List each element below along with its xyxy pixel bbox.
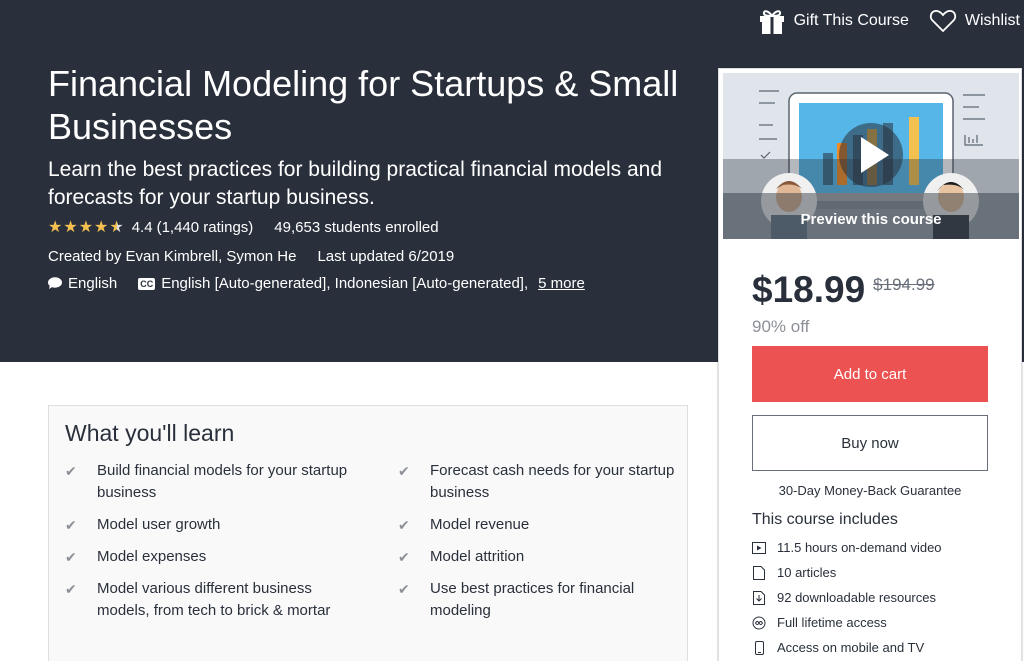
includes-item: Access on mobile and TV bbox=[752, 635, 942, 660]
includes-item: 10 articles bbox=[752, 560, 942, 585]
course-subtitle: Learn the best practices for building pr… bbox=[48, 158, 663, 209]
learn-item: ✔ Model various different business models… bbox=[65, 578, 355, 622]
what-you-will-learn: What you'll learn ✔ Build financial model… bbox=[48, 405, 688, 661]
learn-item: ✔ Build financial models for your startup… bbox=[65, 460, 355, 504]
check-icon: ✔ bbox=[398, 581, 410, 597]
rating-row: ★ ★ ★ ★ ★ 4.4 (1,440 ratings) 49,653 stu… bbox=[48, 219, 439, 236]
preview-label: Preview this course bbox=[800, 211, 942, 228]
more-captions-link[interactable]: 5 more bbox=[538, 275, 585, 292]
captions-label: English [Auto-generated], Indonesian [Au… bbox=[161, 275, 529, 292]
check-icon: ✔ bbox=[398, 463, 410, 479]
learn-list-right: ✔ Forecast cash needs for your startup bu… bbox=[398, 460, 688, 632]
star-icon: ★ bbox=[63, 218, 78, 236]
learn-item: ✔ Model expenses bbox=[65, 546, 355, 568]
heart-icon bbox=[929, 9, 956, 33]
language-row: English CC English [Auto-generated], Ind… bbox=[48, 275, 585, 292]
money-back-guarantee: 30-Day Money-Back Guarantee bbox=[778, 483, 962, 498]
speech-bubble-icon bbox=[48, 277, 62, 289]
half-star-icon: ★ bbox=[109, 218, 124, 236]
language-label: English bbox=[68, 275, 118, 292]
rating-value: 4.4 bbox=[131, 219, 153, 236]
check-icon: ✔ bbox=[398, 549, 410, 565]
includes-item: 11.5 hours on-demand video bbox=[752, 535, 942, 560]
language: English bbox=[48, 275, 117, 292]
learn-list-left: ✔ Build financial models for your startup… bbox=[65, 460, 355, 632]
star-icon: ★ bbox=[94, 218, 109, 236]
discount-label: 90% off bbox=[752, 317, 810, 336]
includes-title: This course includes bbox=[752, 511, 898, 528]
learn-title: What you'll learn bbox=[65, 420, 235, 446]
check-icon: ✔ bbox=[65, 463, 77, 479]
star-icon: ★ bbox=[48, 218, 63, 236]
learn-item: ✔ Model revenue bbox=[398, 514, 688, 536]
video-icon bbox=[752, 541, 766, 555]
mobile-icon bbox=[752, 640, 766, 655]
last-updated: Last updated 6/2019 bbox=[317, 248, 455, 265]
learn-item: ✔ Forecast cash needs for your startup bu… bbox=[398, 460, 688, 504]
course-title: Financial Modeling for Startups & Small … bbox=[48, 63, 679, 147]
includes-item: 92 downloadable resources bbox=[752, 585, 942, 610]
includes-list: 11.5 hours on-demand video 10 articles 9… bbox=[752, 535, 942, 660]
ratings-count[interactable]: (1,440 ratings) bbox=[157, 219, 254, 236]
gift-label: Gift This Course bbox=[793, 12, 909, 29]
enrolled-count: 49,653 students enrolled bbox=[274, 219, 439, 236]
learn-item: ✔ Use best practices for financial modeli… bbox=[398, 578, 688, 622]
created-by[interactable]: Created by Evan Kimbrell, Symon He bbox=[48, 248, 296, 265]
check-icon: ✔ bbox=[65, 549, 77, 565]
original-price: $194.99 bbox=[873, 275, 935, 294]
captions: CC English [Auto-generated], Indonesian … bbox=[138, 275, 585, 292]
closed-captions-icon: CC bbox=[138, 277, 156, 290]
star-rating: ★ ★ ★ ★ ★ bbox=[48, 218, 124, 236]
check-icon: ✔ bbox=[65, 517, 77, 533]
add-to-cart-button[interactable]: Add to cart bbox=[752, 346, 988, 402]
check-icon: ✔ bbox=[65, 581, 77, 597]
learn-item: ✔ Model attrition bbox=[398, 546, 688, 568]
buy-now-button[interactable]: Buy now bbox=[752, 415, 988, 471]
author-row: Created by Evan Kimbrell, Symon He Last … bbox=[48, 248, 454, 265]
wishlist-button[interactable]: Wishlist bbox=[929, 9, 1020, 33]
article-icon bbox=[752, 565, 766, 580]
gift-icon bbox=[759, 10, 784, 34]
top-actions: Gift This Course Wishlist bbox=[758, 8, 1020, 34]
learn-item: ✔ Model user growth bbox=[65, 514, 355, 536]
check-icon: ✔ bbox=[398, 517, 410, 533]
star-icon: ★ bbox=[78, 218, 94, 236]
includes-item: Full lifetime access bbox=[752, 610, 942, 635]
infinity-icon bbox=[752, 616, 766, 630]
price-block: $18.99 $194.99 bbox=[752, 269, 935, 311]
wishlist-label: Wishlist bbox=[964, 12, 1020, 29]
download-icon bbox=[752, 590, 766, 605]
course-preview-video[interactable]: Preview this course bbox=[723, 73, 1019, 239]
gift-course-button[interactable]: Gift This Course bbox=[758, 8, 909, 34]
purchase-sidebar: Preview this course $18.99 $194.99 90% of… bbox=[718, 68, 1022, 661]
current-price: $18.99 bbox=[752, 269, 866, 310]
